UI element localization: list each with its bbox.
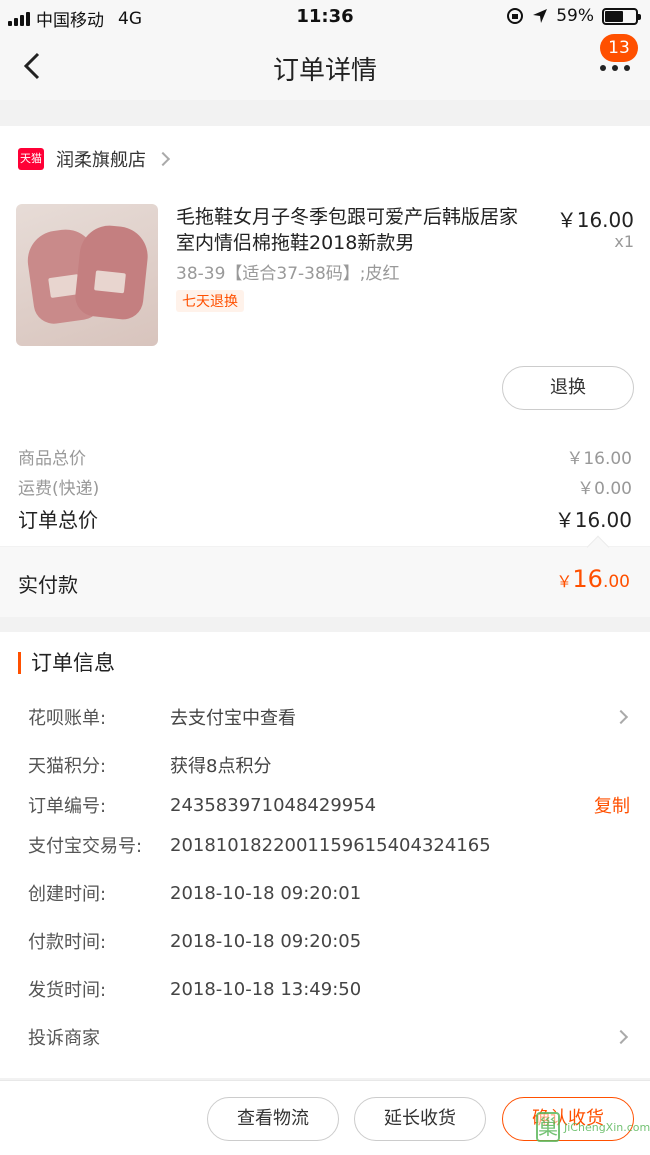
shop-link[interactable]: 天猫 润柔旗舰店 [18, 146, 171, 172]
paid-currency: ￥ [556, 572, 573, 591]
shipping-row: 运费(快递) ￥0.00 [18, 474, 632, 499]
order-total-value: ￥16.00 [554, 508, 632, 532]
status-right: 59% [506, 6, 641, 26]
tmall-icon: 天猫 [18, 148, 44, 170]
huabei-row[interactable]: 花呗账单: 去支付宝中查看 [28, 702, 632, 732]
info-value: 2018-10-18 09:20:01 [170, 882, 362, 904]
paid-amount: ￥16.00 [556, 565, 630, 593]
info-key: 花呗账单: [28, 708, 107, 729]
order-total-row: 订单总价 ￥16.00 [18, 504, 632, 533]
chevron-right-icon [613, 709, 629, 725]
points-row: 天猫积分: 获得8点积分 [28, 750, 632, 780]
battery-percent: 59% [556, 6, 594, 26]
paid-time-row: 付款时间: 2018-10-18 09:20:05 [28, 926, 632, 956]
nav-bar: 订单详情 13 [0, 34, 650, 100]
slipper-shape [73, 222, 151, 322]
shipping-value: ￥0.00 [577, 479, 632, 499]
product-quantity: x1 [614, 232, 634, 251]
shipping-label: 运费(快递) [18, 479, 100, 499]
info-key: 天猫积分: [28, 756, 107, 777]
watermark-text: JiChengXin.com [564, 1120, 650, 1134]
paid-integer: 16 [572, 565, 603, 593]
info-key: 订单编号: [28, 796, 107, 817]
watermark-logo: 巢 JiChengXin.com [536, 1105, 650, 1149]
chevron-right-icon [613, 1029, 629, 1045]
info-key: 创建时间: [28, 884, 107, 905]
chevron-right-icon [155, 151, 171, 167]
extend-receipt-button[interactable]: 延长收货 [354, 1097, 486, 1141]
shop-name: 润柔旗舰店 [56, 150, 146, 171]
created-time-row: 创建时间: 2018-10-18 09:20:01 [28, 878, 632, 908]
goods-total-label: 商品总价 [18, 449, 86, 469]
battery-fill [605, 10, 623, 22]
info-key: 支付宝交易号: [28, 836, 143, 857]
paid-label: 实付款 [18, 573, 78, 597]
location-icon [533, 9, 548, 23]
paid-decimal: .00 [602, 572, 630, 592]
product-price: ￥16.00 [556, 208, 634, 232]
info-value: 2018101822001159615404324165 [170, 834, 491, 856]
battery-icon [602, 7, 641, 25]
refund-button[interactable]: 退换 [502, 366, 634, 410]
view-logistics-button[interactable]: 查看物流 [207, 1097, 339, 1141]
order-total-label: 订单总价 [18, 508, 98, 532]
paid-amount-row: 实付款 ￥16.00 [0, 535, 650, 617]
shipped-time-row: 发货时间: 2018-10-18 13:49:50 [28, 974, 632, 1004]
alipay-trade-row: 支付宝交易号: 2018101822001159615404324165 [28, 830, 632, 860]
order-number-row: 订单编号: 243583971048429954 复制 [28, 790, 632, 820]
goods-total-value: ￥16.00 [566, 449, 632, 469]
return-policy-tag: 七天退换 [176, 290, 244, 312]
complaint-label: 投诉商家 [28, 1028, 100, 1049]
product-sku: 38-39【适合37-38码】;皮红 [176, 264, 400, 284]
info-key: 付款时间: [28, 932, 107, 953]
notification-badge: 13 [600, 34, 638, 62]
info-value: 2018-10-18 09:20:05 [170, 930, 362, 952]
complaint-row[interactable]: 投诉商家 [28, 1022, 632, 1052]
info-value: 去支付宝中查看 [170, 708, 296, 729]
goods-total-row: 商品总价 ￥16.00 [18, 444, 632, 469]
order-number: 243583971048429954 [170, 794, 377, 816]
page-title: 订单详情 [272, 56, 377, 86]
info-key: 发货时间: [28, 980, 107, 1001]
status-bar: 中国移动 4G 11:36 59% [0, 0, 650, 34]
order-info-card: 订单信息 花呗账单: 去支付宝中查看 天猫积分: 获得8点积分 订单编号: 24… [0, 632, 650, 1078]
info-value: 2018-10-18 13:49:50 [170, 978, 362, 1000]
product-image[interactable] [16, 204, 158, 346]
watermark-glyph: 巢 [536, 1112, 560, 1142]
order-info-title: 订单信息 [18, 652, 115, 674]
info-value: 获得8点积分 [170, 756, 272, 777]
rotation-lock-icon [507, 8, 524, 24]
product-title[interactable]: 毛拖鞋女月子冬季包跟可爱产后韩版居家室内情侣棉拖鞋2018新款男 [176, 204, 536, 256]
order-item-card: 天猫 润柔旗舰店 毛拖鞋女月子冬季包跟可爱产后韩版居家室内情侣棉拖鞋2018新款… [0, 126, 650, 546]
copy-button[interactable]: 复制 [594, 792, 630, 818]
bottom-action-bar: 查看物流 延长收货 确认收货 巢 JiChengXin.com [0, 1080, 650, 1155]
